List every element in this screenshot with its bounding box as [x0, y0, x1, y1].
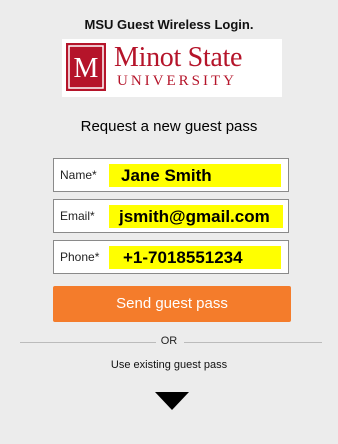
university-crest-icon: M: [66, 43, 106, 91]
university-logo: M Minot State UNIVERSITY: [62, 39, 282, 97]
name-field-label: Name*: [60, 168, 97, 182]
divider-right: [184, 342, 322, 343]
phone-field[interactable]: Phone* +1-7018551234: [53, 240, 289, 274]
name-field[interactable]: Name* Jane Smith: [53, 158, 289, 192]
name-field-value[interactable]: Jane Smith: [109, 164, 281, 187]
crest-letter: M: [74, 53, 99, 84]
send-guest-pass-button[interactable]: Send guest pass: [53, 286, 291, 322]
email-field-label: Email*: [60, 209, 95, 223]
email-field-value[interactable]: jsmith@gmail.com: [109, 205, 283, 228]
logo-wordmark-line1: Minot State: [114, 42, 243, 73]
phone-field-label: Phone*: [60, 250, 100, 264]
logo-wordmark-line2: UNIVERSITY: [117, 73, 237, 89]
or-separator: OR: [160, 335, 178, 347]
chevron-down-icon[interactable]: [155, 392, 189, 410]
page-title: MSU Guest Wireless Login.: [84, 17, 254, 32]
use-existing-pass-link[interactable]: Use existing guest pass: [0, 359, 338, 371]
email-field[interactable]: Email* jsmith@gmail.com: [53, 199, 289, 233]
form-title: Request a new guest pass: [80, 118, 258, 135]
phone-field-value[interactable]: +1-7018551234: [109, 246, 281, 269]
